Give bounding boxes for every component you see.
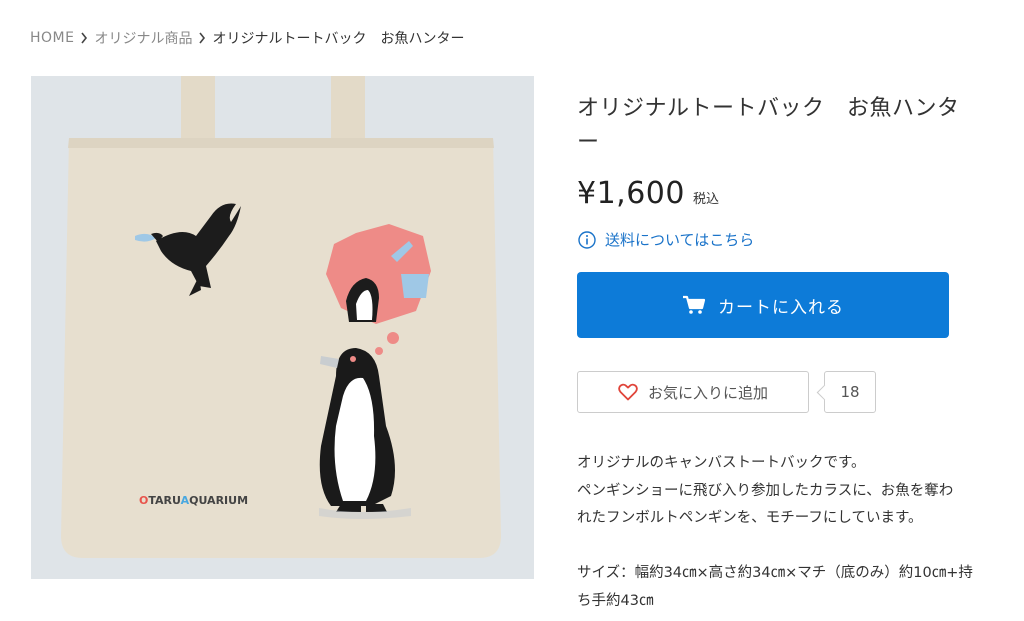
shipping-info-link[interactable]: 送料についてはこちら	[578, 229, 754, 250]
tote-bag-illustration: OTARUAQUARIUM	[31, 76, 534, 579]
favorite-button-label: お気に入りに追加	[647, 383, 768, 402]
description-line: オリジナルのキャンバストートバックです。	[577, 455, 866, 471]
heart-icon	[618, 383, 638, 401]
cart-icon	[682, 295, 706, 315]
add-to-cart-button[interactable]: カートに入れる	[577, 272, 949, 338]
logo-text-quarium: QUARIUM	[189, 494, 248, 507]
breadcrumb-current: オリジナルトートバック お魚ハンター	[212, 31, 465, 47]
product-image[interactable]: OTARUAQUARIUM	[31, 76, 534, 579]
tax-label: 税込	[692, 192, 719, 207]
description-spacer	[577, 533, 1007, 561]
logo-text-taru: TARU	[148, 494, 180, 507]
breadcrumb-category-link[interactable]: オリジナル商品	[94, 28, 192, 48]
description-line: サイズ：幅約34㎝×高さ約34㎝×マチ（底のみ）約10㎝+持	[577, 565, 973, 581]
product-description: オリジナルのキャンバストートバックです。 ペンギンショーに飛び入り参加したカラス…	[577, 450, 1007, 615]
breadcrumb: HOME オリジナル商品 オリジナルトートバック お魚ハンター	[30, 27, 464, 49]
breadcrumb-home-link[interactable]: HOME	[30, 30, 74, 46]
cart-button-label: カートに入れる	[718, 297, 844, 318]
chevron-right-icon	[192, 30, 212, 46]
svg-text:OTARUAQUARIUM: OTARUAQUARIUM	[139, 494, 248, 507]
product-title: オリジナルトートバック お魚ハンター	[577, 96, 960, 155]
info-icon	[578, 230, 596, 249]
price-row: ¥1,600 税込	[577, 176, 719, 211]
add-to-favorites-button[interactable]: お気に入りに追加	[577, 371, 809, 413]
shipping-link-label: 送料についてはこちら	[605, 231, 755, 249]
description-line: ち手約43㎝	[577, 592, 654, 609]
logo-text-o: O	[139, 494, 148, 507]
description-line: ペンギンショーに飛び入り参加したカラスに、お魚を奪わ	[577, 482, 954, 499]
product-price: ¥1,600	[577, 176, 685, 211]
description-line: れたフンボルトペンギンを、モチーフにしています。	[577, 510, 923, 526]
chevron-right-icon	[74, 30, 94, 46]
favorite-count-badge: 18	[824, 371, 876, 413]
